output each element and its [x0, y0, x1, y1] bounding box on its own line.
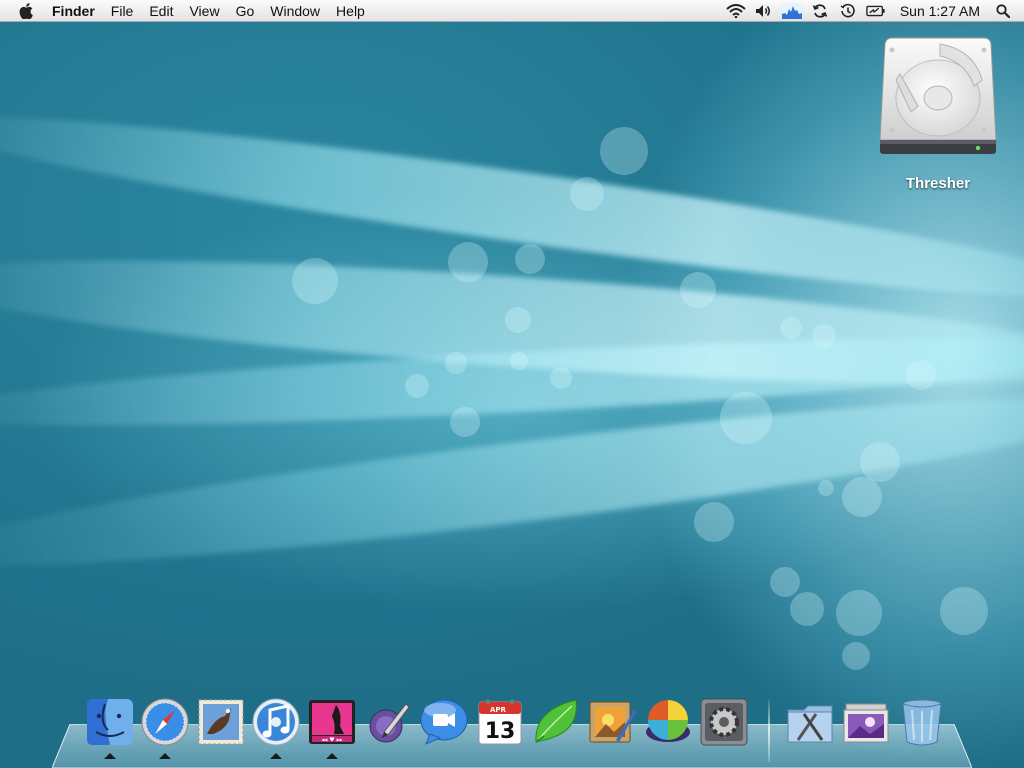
wallpaper-bokeh: [940, 587, 988, 635]
wallpaper-bokeh: [780, 317, 802, 339]
running-indicator: [270, 753, 282, 759]
spotlight-search-icon[interactable]: [994, 3, 1012, 19]
wallpaper-bokeh: [906, 360, 936, 390]
documents-stack-icon[interactable]: [840, 696, 892, 748]
menu-file[interactable]: File: [103, 0, 142, 22]
wallpaper-bokeh: [450, 407, 480, 437]
trash-icon[interactable]: [896, 696, 948, 748]
wallpaper-bokeh: [694, 502, 734, 542]
system-preferences-icon[interactable]: [698, 696, 750, 748]
menu-view[interactable]: View: [181, 0, 227, 22]
menu-go[interactable]: Go: [228, 0, 263, 22]
hard-drive-icon: [878, 36, 998, 165]
menu-extras: Sun 1:27 AM: [722, 0, 1024, 22]
sync-icon[interactable]: [810, 3, 830, 19]
wallpaper-bokeh: [680, 272, 716, 308]
wallpaper-bokeh: [448, 242, 488, 282]
wallpaper-bokeh: [600, 127, 648, 175]
leaf-app-icon[interactable]: [530, 696, 582, 748]
menu-window[interactable]: Window: [262, 0, 328, 22]
finder-icon[interactable]: [84, 696, 136, 748]
desktop-wallpaper: [0, 22, 1024, 768]
wallpaper-bokeh: [515, 244, 545, 274]
coverflow-player-icon[interactable]: ◂◂ ♥ ▸▸: [306, 696, 358, 748]
wallpaper-bokeh: [720, 392, 772, 444]
battery-charging-icon[interactable]: [866, 3, 886, 19]
wallpaper-bokeh: [405, 374, 429, 398]
menu-finder[interactable]: Finder: [44, 0, 103, 22]
menu-bar: Finder File Edit View Go Window Help Sun…: [0, 0, 1024, 22]
menu-edit[interactable]: Edit: [141, 0, 181, 22]
ical-day: 13: [485, 719, 516, 744]
wallpaper-bokeh: [445, 352, 467, 374]
wallpaper-bokeh: [510, 352, 528, 370]
itunes-icon[interactable]: [250, 696, 302, 748]
wallpaper-bokeh: [570, 177, 604, 211]
time-machine-icon[interactable]: [838, 3, 858, 19]
wallpaper-bokeh: [818, 480, 834, 496]
menu-help[interactable]: Help: [328, 0, 373, 22]
wifi-icon[interactable]: [726, 3, 746, 19]
wallpaper-bokeh: [505, 307, 531, 333]
safari-icon[interactable]: [139, 696, 191, 748]
wallpaper-bokeh: [790, 592, 824, 626]
wallpaper-bokeh: [812, 324, 836, 348]
wallpaper-bokeh: [836, 590, 882, 636]
wallpaper-bokeh: [770, 567, 800, 597]
menu-clock[interactable]: Sun 1:27 AM: [890, 3, 990, 19]
running-indicator: [326, 753, 338, 759]
svg-text:◂◂ ♥ ▸▸: ◂◂ ♥ ▸▸: [321, 737, 342, 744]
wallpaper-bokeh: [292, 258, 338, 304]
drive-label: Thresher: [905, 175, 971, 192]
mail-icon[interactable]: [195, 696, 247, 748]
applications-stack-icon[interactable]: [784, 696, 836, 748]
ichat-icon[interactable]: [418, 696, 470, 748]
istat-icon[interactable]: [642, 696, 694, 748]
wallpaper-bokeh: [842, 642, 870, 670]
script-editor-icon[interactable]: [362, 696, 414, 748]
wallpaper-bokeh: [842, 477, 882, 517]
desktop-drive[interactable]: Thresher: [872, 36, 1004, 198]
activity-graph-icon[interactable]: [781, 2, 802, 19]
ical-month: APR: [490, 706, 507, 714]
preview-icon[interactable]: [586, 696, 638, 748]
volume-icon[interactable]: [754, 3, 774, 19]
ical-icon[interactable]: APR 13: [474, 696, 526, 748]
running-indicator: [159, 753, 171, 759]
wallpaper-bokeh: [860, 442, 900, 482]
dock: ◂◂ ♥ ▸▸ APR 13: [0, 692, 1024, 768]
running-indicator: [104, 753, 116, 759]
wallpaper-bokeh: [550, 367, 572, 389]
apple-logo-icon[interactable]: [18, 2, 34, 19]
